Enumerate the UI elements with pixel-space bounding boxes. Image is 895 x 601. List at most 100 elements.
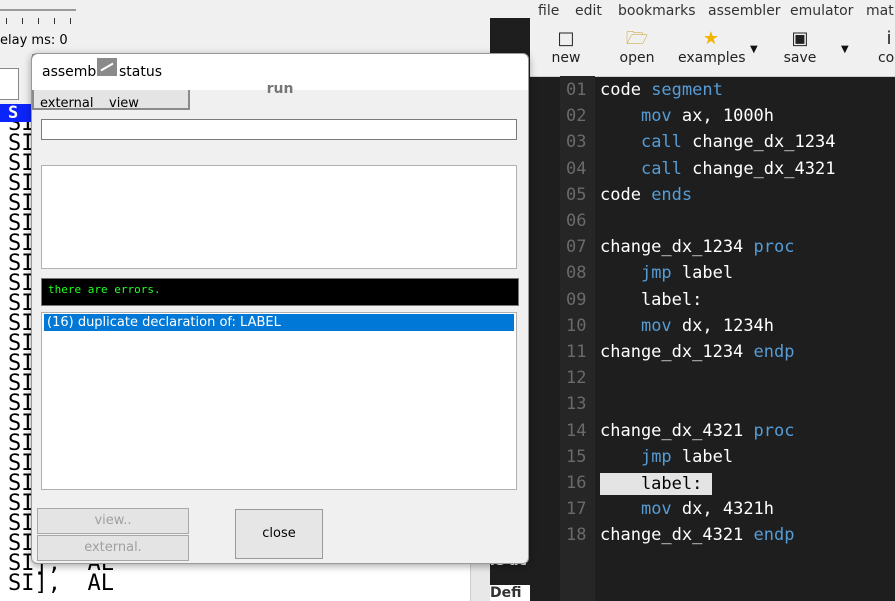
view-button[interactable]: view.. — [37, 508, 189, 534]
code-line[interactable]: jmp label — [600, 447, 733, 467]
line-number: 18 — [566, 525, 587, 546]
line-number: 05 — [566, 184, 587, 205]
code-token: change_dx_4321 — [681, 158, 836, 179]
line-number-gutter: 01 02 03 04 05 06 07 08 09 10 11 12 13 14 15 16 17 18 — [560, 76, 595, 601]
code-keyword: proc — [753, 237, 795, 258]
code-keyword: endp — [753, 525, 795, 546]
code-keyword: endp — [753, 342, 795, 362]
menu-view[interactable]: view — [109, 96, 139, 111]
external-button[interactable]: external. — [37, 535, 189, 561]
save-button[interactable]: ▣ save — [782, 28, 818, 74]
code-line[interactable]: change_dx_4321 proc — [600, 421, 794, 441]
close-button[interactable]: close — [235, 509, 323, 559]
line-number: 06 — [566, 211, 587, 231]
code-keyword: jmp — [640, 446, 672, 467]
code-token: ax, 1000h — [671, 106, 775, 127]
editor-menubar: file edit bookmarks assembler emulator m… — [530, 0, 895, 25]
code-line[interactable]: change_dx_4321 endp — [600, 525, 794, 545]
assembler-status-dialog: assembler status external view there are… — [31, 53, 529, 564]
open-button-label: open — [619, 50, 655, 66]
background-input-box[interactable] — [0, 68, 19, 100]
code-token: change_dx_1234 — [681, 132, 836, 153]
save-dropdown-icon[interactable]: ▼ — [841, 44, 849, 55]
code-token: change_dx_4321 — [600, 420, 754, 441]
error-list[interactable]: (16) duplicate declaration of: LABEL — [41, 312, 517, 490]
delay-slider-track[interactable] — [0, 9, 76, 11]
line-number: 08 — [566, 263, 587, 284]
new-button[interactable]: □ new — [546, 28, 586, 74]
examples-button[interactable]: ★ examples — [678, 28, 746, 74]
divider-strip-top — [490, 0, 530, 18]
open-button[interactable]: 🗁 open — [616, 28, 658, 74]
line-number: 14 — [566, 420, 587, 441]
message-area[interactable] — [41, 165, 517, 269]
slider-tick — [6, 18, 7, 24]
code-keyword: jmp — [640, 263, 672, 284]
code-keyword: mov — [640, 499, 672, 520]
code-token: change_dx_1234 — [600, 342, 754, 362]
code-token: change_dx_1234 — [600, 237, 754, 258]
code-line[interactable]: mov dx, 1234h — [600, 316, 774, 336]
menu-emulator[interactable]: emulator — [790, 3, 853, 19]
line-number: 16 — [566, 473, 587, 493]
star-icon: ★ — [702, 28, 720, 49]
code-line[interactable]: code segment — [600, 80, 723, 100]
slider-tick — [38, 18, 39, 24]
code-line[interactable]: call change_dx_1234 — [600, 132, 835, 152]
code-token: label — [671, 446, 734, 467]
new-button-label: new — [551, 50, 581, 66]
code-line[interactable]: change_dx_1234 proc — [600, 237, 794, 257]
code-token: dx, 1234h — [671, 315, 775, 336]
line-number: 10 — [566, 315, 587, 336]
code-keyword: call — [640, 132, 682, 153]
code-token: dx, 4321h — [671, 499, 775, 520]
code-keyword: ends — [651, 184, 693, 205]
code-line[interactable]: mov ax, 1000h — [600, 106, 774, 126]
delay-label: elay ms: 0 — [0, 33, 68, 48]
menu-assembler[interactable]: assembler — [708, 3, 781, 19]
menu-file[interactable]: file — [538, 3, 559, 19]
line-number: 15 — [566, 446, 587, 467]
slider-tick — [54, 18, 55, 24]
code-line[interactable]: jmp label — [600, 263, 733, 283]
code-line[interactable]: mov dx, 4321h — [600, 499, 774, 519]
code-line[interactable]: change_dx_1234 endp — [600, 342, 794, 362]
menu-edit[interactable]: edit — [575, 3, 602, 19]
code-line[interactable]: label: — [600, 290, 702, 310]
menu-math[interactable]: math — [866, 3, 895, 19]
code-keyword: mov — [640, 106, 672, 127]
source-line: SI], AL — [8, 571, 114, 596]
code-line[interactable]: code ends — [600, 185, 692, 205]
code-token: change_dx_4321 — [600, 525, 754, 546]
error-list-item[interactable]: (16) duplicate declaration of: LABEL — [44, 314, 514, 331]
menu-bookmarks[interactable]: bookmarks — [618, 3, 696, 19]
editor-toolbar: □ new 🗁 open ★ examples ▼ ▣ save ▼ i cor — [530, 24, 895, 77]
open-folder-icon: 🗁 — [625, 28, 649, 49]
code-keyword: proc — [753, 420, 795, 441]
status-bar: there are errors. — [41, 278, 519, 306]
compile-button[interactable]: i cor — [874, 28, 895, 74]
line-number: 07 — [566, 237, 587, 258]
run-button-label: run — [266, 81, 294, 97]
line-number: 17 — [566, 499, 587, 520]
file-path-field[interactable] — [41, 119, 517, 140]
compile-icon: i — [886, 28, 892, 49]
code-keyword: segment — [651, 80, 723, 100]
code-editor-window: file edit bookmarks assembler emulator m… — [530, 0, 895, 601]
highlighted-code-line[interactable]: label: — [600, 473, 702, 495]
code-line[interactable]: call change_dx_4321 — [600, 159, 835, 179]
menu-external[interactable]: external — [40, 96, 94, 111]
save-button-label: save — [783, 50, 817, 66]
code-token: code — [600, 80, 652, 100]
code-keyword: mov — [640, 315, 672, 336]
status-text: there are errors. — [48, 283, 161, 296]
examples-dropdown-icon[interactable]: ▼ — [750, 44, 758, 55]
code-token: code — [600, 184, 652, 205]
run-icon — [97, 58, 117, 76]
